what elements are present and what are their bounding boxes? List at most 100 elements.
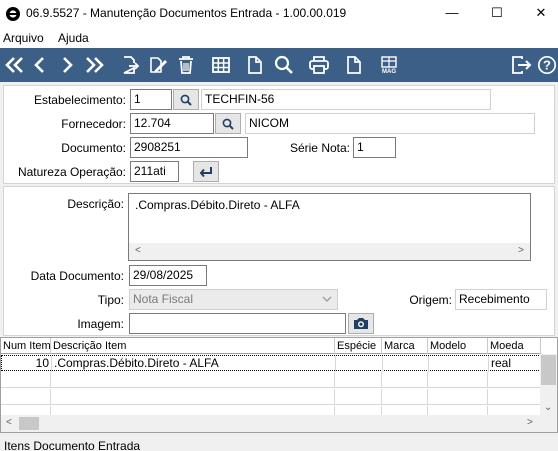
tipo-value: Nota Fiscal [133, 292, 194, 306]
chevron-down-icon [322, 296, 332, 302]
imagem-label: Imagem: [77, 317, 124, 331]
edit-record-button[interactable] [143, 48, 173, 82]
cell-especie [336, 356, 383, 372]
empty-cell [1, 389, 51, 405]
descricao-hscrollbar[interactable]: < > [129, 243, 530, 260]
descricao-textarea[interactable]: .Compras.Débito.Direto - ALFA < > [128, 193, 531, 261]
toolbar: MAG ? [0, 48, 558, 82]
scroll-right-icon[interactable]: > [527, 417, 533, 428]
serie-nota-field[interactable]: 1 [353, 137, 396, 158]
fornecedor-name-field: NICOM [245, 113, 535, 134]
cell-modelo [429, 356, 489, 372]
search-icon [180, 94, 192, 106]
col-descricao-item[interactable]: Descrição Item [51, 338, 335, 354]
imagem-camera-button[interactable] [348, 313, 374, 334]
col-num-item[interactable]: Num Item [1, 338, 51, 354]
documento-field[interactable]: 2908251 [130, 137, 248, 158]
estabelecimento-label: Estabelecimento: [33, 93, 126, 107]
help-button[interactable]: ? [532, 48, 558, 82]
col-especie[interactable]: Espécie [335, 338, 382, 354]
menu-arquivo[interactable]: Arquivo [3, 31, 44, 45]
fornecedor-code-field[interactable]: 12.704 [130, 113, 214, 134]
new-record-icon [123, 56, 140, 74]
scroll-right-icon[interactable]: > [518, 245, 524, 256]
natureza-operacao-label: Natureza Operação: [17, 165, 126, 179]
menu-bar: Arquivo Ajuda [0, 28, 558, 48]
empty-cell [428, 389, 488, 405]
origem-field: Recebimento [455, 289, 547, 310]
grid-view-button[interactable] [206, 48, 236, 82]
origem-label: Origem: [409, 293, 452, 307]
print-icon [309, 56, 329, 74]
col-moeda[interactable]: Moeda [488, 338, 541, 354]
previous-icon [34, 57, 44, 73]
mag-button[interactable]: MAG [374, 48, 404, 82]
help-label: ? [543, 58, 551, 73]
help-icon: ? [537, 55, 557, 75]
print-button[interactable] [304, 48, 334, 82]
empty-cell [335, 372, 382, 388]
col-marca[interactable]: Marca [382, 338, 428, 354]
cell-marca [383, 356, 429, 372]
grid-header: Num Item Descrição Item Espécie Marca Mo… [1, 338, 541, 354]
empty-cell [428, 372, 488, 388]
data-documento-field[interactable]: 29/08/2025 [129, 265, 207, 286]
first-icon [5, 57, 23, 73]
last-record-button[interactable] [79, 48, 109, 82]
fornecedor-search-button[interactable] [215, 113, 241, 134]
copy-document-button[interactable] [339, 48, 369, 82]
close-button[interactable]: ✕ [526, 2, 556, 24]
estabelecimento-code-field[interactable]: 1 [130, 89, 172, 110]
vscroll-thumb[interactable] [541, 355, 556, 385]
edit-icon [150, 57, 167, 73]
table-row-empty [1, 389, 541, 405]
blank-document-button[interactable] [240, 48, 270, 82]
empty-cell [51, 389, 335, 405]
table-row[interactable]: 10 .Compras.Débito.Direto - ALFA real [1, 355, 542, 372]
scroll-left-icon[interactable]: < [6, 417, 12, 428]
delete-record-button[interactable] [171, 48, 201, 82]
cell-descricao-item: .Compras.Débito.Direto - ALFA [52, 356, 336, 372]
cell-num-item: 10 [2, 356, 52, 372]
exit-icon [512, 56, 532, 74]
scroll-left-icon[interactable]: < [135, 245, 141, 256]
empty-cell [51, 372, 335, 388]
scroll-down-icon[interactable]: ⌄ [544, 402, 552, 413]
empty-cell [382, 372, 428, 388]
search-button[interactable] [269, 48, 299, 82]
descricao-text: .Compras.Débito.Direto - ALFA [135, 198, 300, 212]
camera-icon [354, 318, 368, 329]
natureza-operacao-field[interactable]: 211ati [130, 161, 179, 182]
estabelecimento-search-button[interactable] [173, 89, 199, 110]
delete-icon [179, 56, 193, 74]
natureza-enter-button[interactable] [193, 161, 219, 182]
grid-vscrollbar[interactable]: ⌄ [540, 354, 557, 416]
window-title: 06.9.5527 - Manutenção Documentos Entrad… [26, 6, 347, 20]
enter-icon [199, 166, 212, 177]
status-bar: Itens Documento Entrada [0, 436, 558, 451]
hscroll-thumb[interactable] [19, 417, 39, 430]
minimize-button[interactable]: — [437, 2, 467, 24]
search-icon [274, 55, 293, 74]
next-record-button[interactable] [52, 48, 82, 82]
title-bar: 06.9.5527 - Manutenção Documentos Entrad… [0, 0, 558, 28]
col-modelo[interactable]: Modelo [428, 338, 488, 354]
mag-label: MAG [382, 68, 396, 75]
maximize-button[interactable]: ☐ [482, 2, 512, 24]
next-icon [63, 57, 73, 73]
serie-nota-label: Série Nota: [289, 141, 350, 155]
new-record-button[interactable] [115, 48, 145, 82]
previous-record-button[interactable] [25, 48, 55, 82]
grid-icon [212, 57, 230, 73]
fornecedor-label: Fornecedor: [61, 117, 126, 131]
empty-cell [1, 372, 51, 388]
items-grid: Num Item Descrição Item Espécie Marca Mo… [0, 337, 558, 433]
data-documento-label: Data Documento: [30, 269, 124, 283]
mag-icon [381, 55, 397, 68]
menu-ajuda[interactable]: Ajuda [58, 31, 89, 45]
estabelecimento-name-field: TECHFIN-56 [201, 89, 491, 110]
search-icon [222, 118, 234, 130]
cell-moeda: real [489, 356, 542, 372]
imagem-field[interactable] [129, 313, 346, 334]
grid-hscrollbar[interactable]: < > [1, 415, 557, 432]
